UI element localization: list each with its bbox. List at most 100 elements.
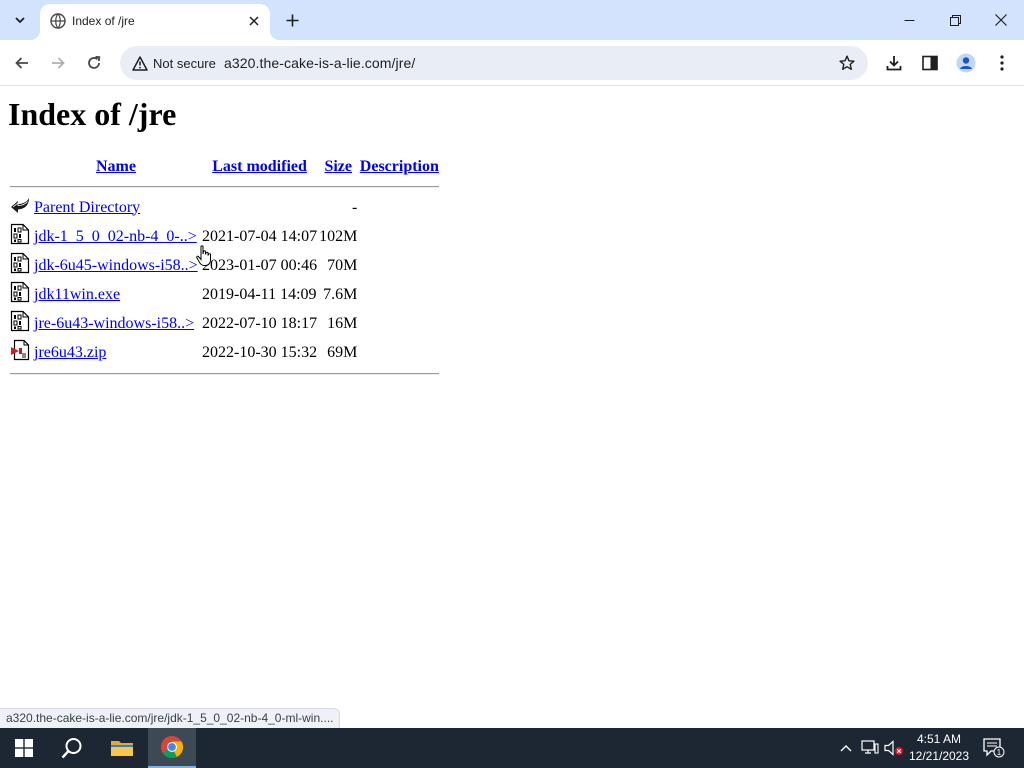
divider [10,373,440,375]
security-indicator[interactable]: Not secure [124,49,226,77]
restore-icon [949,14,961,26]
size-cell: 16M [327,314,358,332]
table-row: jre-6u43-windows-i58..> 2022-07-10 18:17… [10,310,439,337]
description-cell [359,252,439,279]
restore-button[interactable] [932,0,978,40]
volume-button[interactable] [884,738,904,758]
compressed-file-icon [11,339,30,361]
reload-button[interactable] [80,49,108,77]
size-cell: 69M [327,343,358,361]
clock[interactable]: 4:51 AM 12/21/2023 [904,731,974,765]
size-cell: - [352,198,358,216]
hand-pointer-cursor-icon [196,245,211,266]
page-content: Index of /jre Name Last modified Size De… [0,87,1024,728]
volume-muted-icon [884,740,903,756]
folder-icon [111,741,133,756]
tab-close-button[interactable] [244,11,264,31]
minimize-icon [904,19,914,21]
close-icon [249,16,259,26]
tab-search-button[interactable] [8,8,32,32]
arrow-left-icon [15,57,28,69]
close-window-button[interactable] [978,0,1024,40]
network-icon [861,740,879,754]
sort-by-size-link[interactable]: Size [324,158,352,175]
avatar-icon [956,53,976,73]
menu-button[interactable] [989,50,1015,76]
minimize-button[interactable] [886,0,932,40]
start-button[interactable] [0,728,48,768]
taskbar: 4:51 AM 12/21/2023 1 [0,728,1024,768]
back-button[interactable] [8,49,36,77]
file-explorer-button[interactable] [98,728,146,768]
downloads-button[interactable] [881,50,907,76]
table-row: jdk11win.exe 2019-04-11 14:09 7.6M [10,281,439,308]
file-link[interactable]: jdk11win.exe [34,286,120,303]
modified-cell [200,194,317,221]
close-icon [995,14,1007,26]
forward-button[interactable] [44,49,72,77]
new-tab-button[interactable] [281,9,303,31]
search-icon [61,738,82,759]
chrome-icon [161,736,184,759]
tab-title: Index of /jre [72,14,135,28]
arrow-right-icon [52,57,65,69]
notification-icon: 1 [983,738,1005,758]
size-cell: 102M [319,227,358,245]
reload-icon [88,55,101,69]
profile-button[interactable] [953,50,979,76]
parent-directory-link[interactable]: Parent Directory [34,199,140,216]
description-cell [359,194,439,221]
star-icon [839,55,855,70]
modified-cell: 2023-01-07 00:46 [202,256,318,274]
kebab-menu-icon [1000,55,1004,71]
description-cell [359,310,439,337]
search-button[interactable] [48,728,96,768]
download-icon [886,56,902,71]
description-cell [359,223,439,250]
notification-count: 1 [997,748,1002,757]
description-cell [359,339,439,366]
file-link[interactable]: jre6u43.zip [34,344,106,361]
security-label: Not secure [153,55,216,71]
side-panel-button[interactable] [917,50,943,76]
back-arrow-icon [11,198,29,213]
bookmark-star-button[interactable] [836,52,858,74]
modified-cell: 2021-07-04 14:07 [202,227,318,245]
link-status-bubble: a320.the-cake-is-a-lie.com/jre/jdk-1_5_0… [0,708,341,728]
sort-by-name-link[interactable]: Name [96,158,136,175]
table-row: Parent Directory - [10,194,439,221]
file-link[interactable]: jdk-6u45-windows-i58..> [34,257,198,274]
plus-icon [286,14,298,26]
tab-strip: Index of /jre [0,0,1024,40]
size-cell: 70M [327,256,358,274]
active-tab[interactable]: Index of /jre [30,4,280,40]
chrome-taskbar-button[interactable] [148,728,196,768]
globe-icon [50,13,66,29]
network-button[interactable] [860,738,880,758]
table-header-row: Name Last modified Size Description [10,155,439,179]
directory-listing: Name Last modified Size Description Pare… [8,153,441,381]
modified-cell: 2022-07-10 18:17 [202,314,318,332]
binary-file-icon [10,281,30,303]
warning-triangle-icon [132,55,148,71]
show-hidden-icons-button[interactable] [836,738,856,758]
icon-column-header [10,155,32,179]
sort-by-description-link[interactable]: Description [360,158,439,175]
table-row: jdk-1_5_0_02-nb-4_0-..> 2021-07-04 14:07… [10,223,439,250]
url-text[interactable]: a320.the-cake-is-a-lie.com/jre/ [224,55,415,71]
page-title: Index of /jre [8,96,177,132]
chevron-up-icon [840,745,852,752]
side-panel-icon [922,55,938,71]
clock-time: 4:51 AM [916,732,962,746]
address-bar[interactable]: Not secure a320.the-cake-is-a-lie.com/jr… [120,46,868,80]
chevron-down-icon [15,17,25,24]
modified-cell: 2022-10-30 15:32 [202,343,318,361]
binary-file-icon [10,223,30,245]
clock-date: 12/21/2023 [908,749,970,763]
action-center-button[interactable]: 1 [982,738,1006,758]
file-link[interactable]: jdk-1_5_0_02-nb-4_0-..> [34,228,197,245]
browser-toolbar: Not secure a320.the-cake-is-a-lie.com/jr… [0,40,1024,86]
file-link[interactable]: jre-6u43-windows-i58..> [34,315,194,332]
sort-by-modified-link[interactable]: Last modified [212,158,307,175]
table-row: jre6u43.zip 2022-10-30 15:32 69M [10,339,439,366]
